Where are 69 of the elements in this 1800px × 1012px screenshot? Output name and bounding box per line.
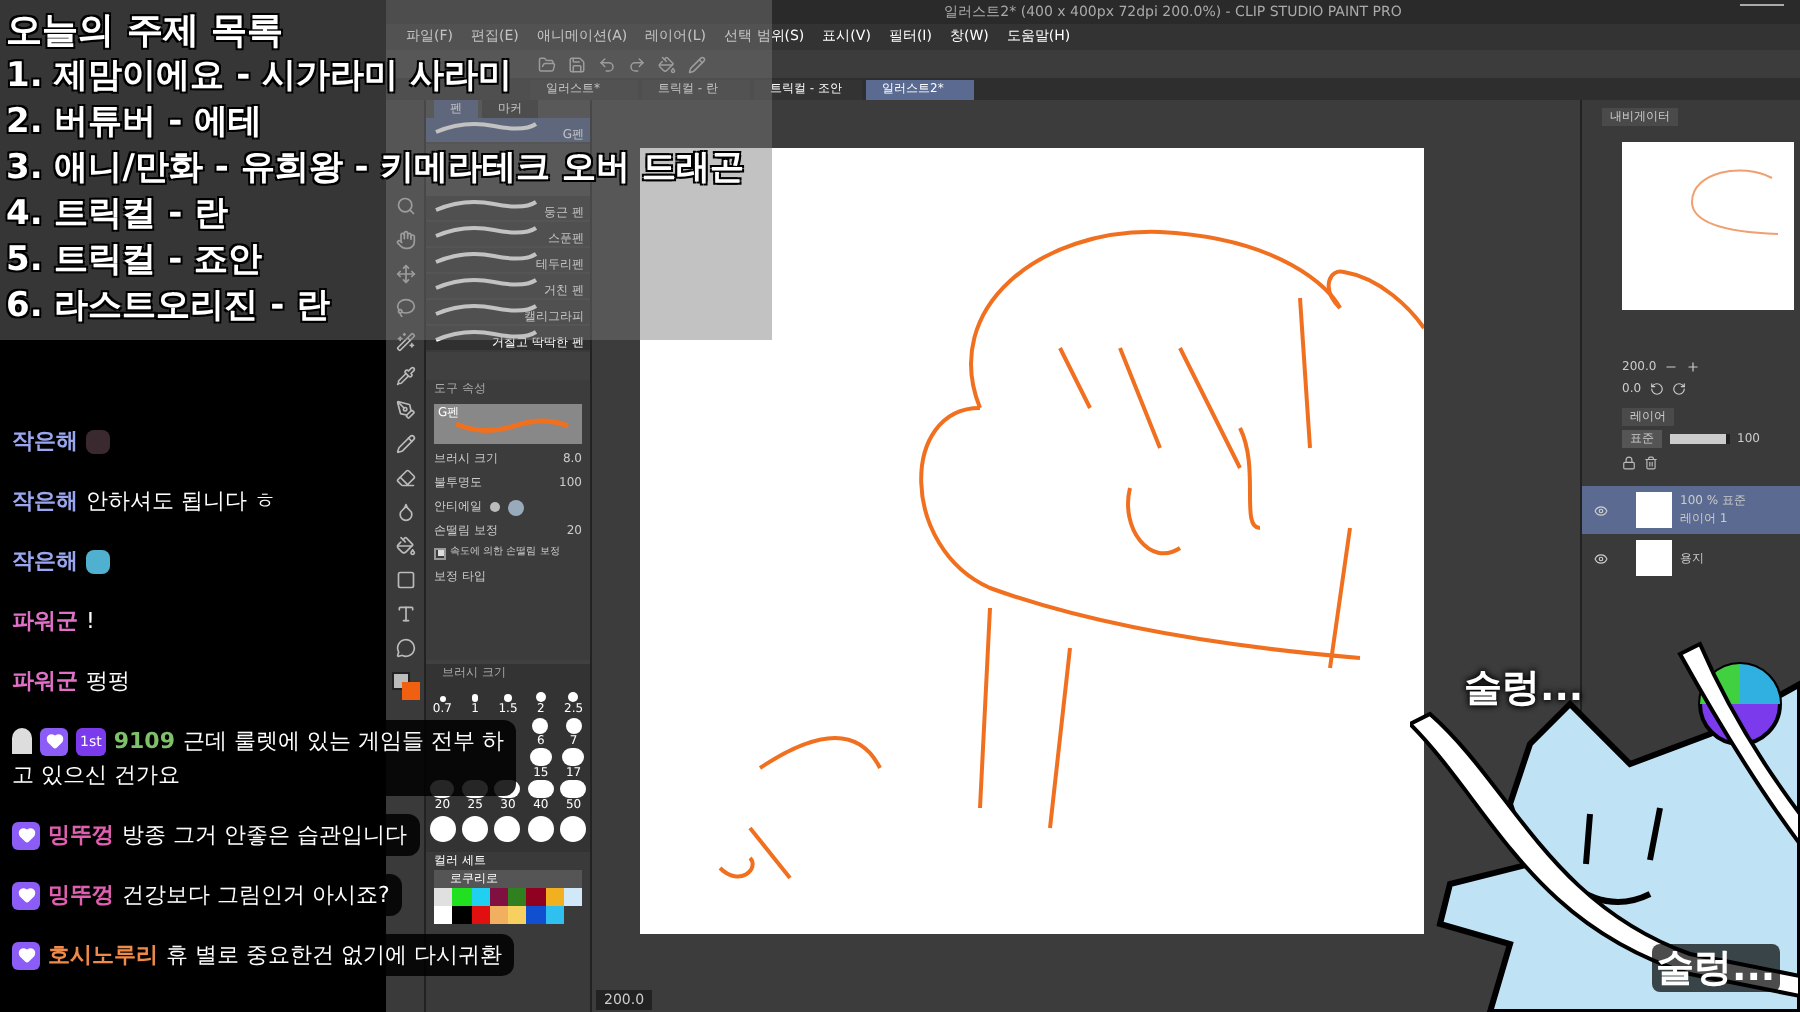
rotate-right-icon[interactable] [1671,382,1686,396]
stroke-preview-icon [434,198,538,212]
pen-icon[interactable] [395,400,415,420]
checkbox[interactable] [434,547,446,560]
search-icon[interactable] [395,196,415,216]
color-swatch[interactable] [452,888,471,906]
topic-item: 3. 애니/만화 - 유희왕 - 키메라테크 오버 드래곤 [6,146,745,192]
heart-badge-icon [12,941,40,970]
topic-item: 6. 라스트오리진 - 란 [6,284,331,330]
chat-username[interactable]: 밍뚜껑 [48,822,114,848]
wand-icon[interactable] [395,332,415,352]
move-icon[interactable] [395,264,415,284]
visibility-icon[interactable] [1594,551,1608,565]
paint-bucket-icon[interactable] [395,536,415,556]
color-swatch[interactable] [508,888,527,906]
pencil-icon[interactable] [395,434,415,454]
figure-badge-icon [12,728,32,755]
caption: 술렁... [1652,944,1780,992]
undo-icon[interactable] [598,55,616,73]
topic-item: 1. 제맘이에요 - 시가라미 사라미 [6,54,513,100]
chat-username[interactable]: 9109 [113,728,175,754]
redo-icon[interactable] [628,55,646,73]
zoom-in-icon[interactable] [1686,360,1701,374]
topic-item: 4. 트릭컬 - 란 [6,192,229,238]
color-swatch[interactable] [508,906,527,924]
color-swatch[interactable] [434,888,453,906]
chat-username[interactable]: 작은해 [12,488,78,514]
eyedropper-icon[interactable] [395,366,415,386]
lasso-icon[interactable] [395,298,415,318]
rotate-left-icon[interactable] [1649,382,1664,396]
chat-username[interactable]: 파워군 [12,608,78,634]
eraser-icon[interactable] [395,468,415,488]
rectangle-icon[interactable] [395,570,415,590]
chat-username[interactable]: 밍뚜껑 [48,882,114,908]
topic-item: 2. 버튜버 - 에테 [6,100,263,146]
fill-icon[interactable] [658,55,676,73]
topic-item: 5. 트릭컬 - 죠안 [6,238,263,284]
hand-icon[interactable] [395,230,415,250]
stroke-preview-icon [434,276,538,290]
lock-icon[interactable] [1622,456,1636,470]
caption: 술렁... [1464,664,1584,714]
heart-badge-icon [12,881,40,910]
stroke-preview-icon [434,120,538,134]
folder-icon[interactable] [538,55,556,73]
text-icon[interactable] [395,604,415,624]
zoom-out-icon[interactable] [1664,360,1679,374]
visibility-icon[interactable] [1594,503,1608,517]
delete-icon[interactable] [1644,456,1658,470]
brush-stroke-icon [454,416,570,436]
speech-balloon-icon[interactable] [395,638,415,658]
color-swatch[interactable] [526,888,545,906]
save-icon[interactable] [568,55,586,73]
chat-username[interactable]: 작은해 [12,548,78,574]
droplet-icon[interactable] [395,502,415,522]
layer-thumbnail [1636,540,1672,576]
color-swatch[interactable] [452,906,471,924]
chat-username[interactable]: 호시노루리 [48,942,158,968]
color-swatch[interactable] [526,906,545,924]
pencil-icon[interactable] [688,55,706,73]
heart-badge-icon [40,727,68,756]
chat-username[interactable]: 파워군 [12,668,78,694]
topic-title: 오늘의 주제 목록 [6,8,284,54]
color-swatch-icon[interactable] [391,672,419,700]
stroke-preview-icon [434,224,538,238]
stroke-preview-icon [434,250,538,264]
heart-badge-icon [12,821,40,850]
layer-thumbnail [1636,492,1672,528]
color-swatch[interactable] [434,906,453,924]
chat-username[interactable]: 작은해 [12,428,78,454]
